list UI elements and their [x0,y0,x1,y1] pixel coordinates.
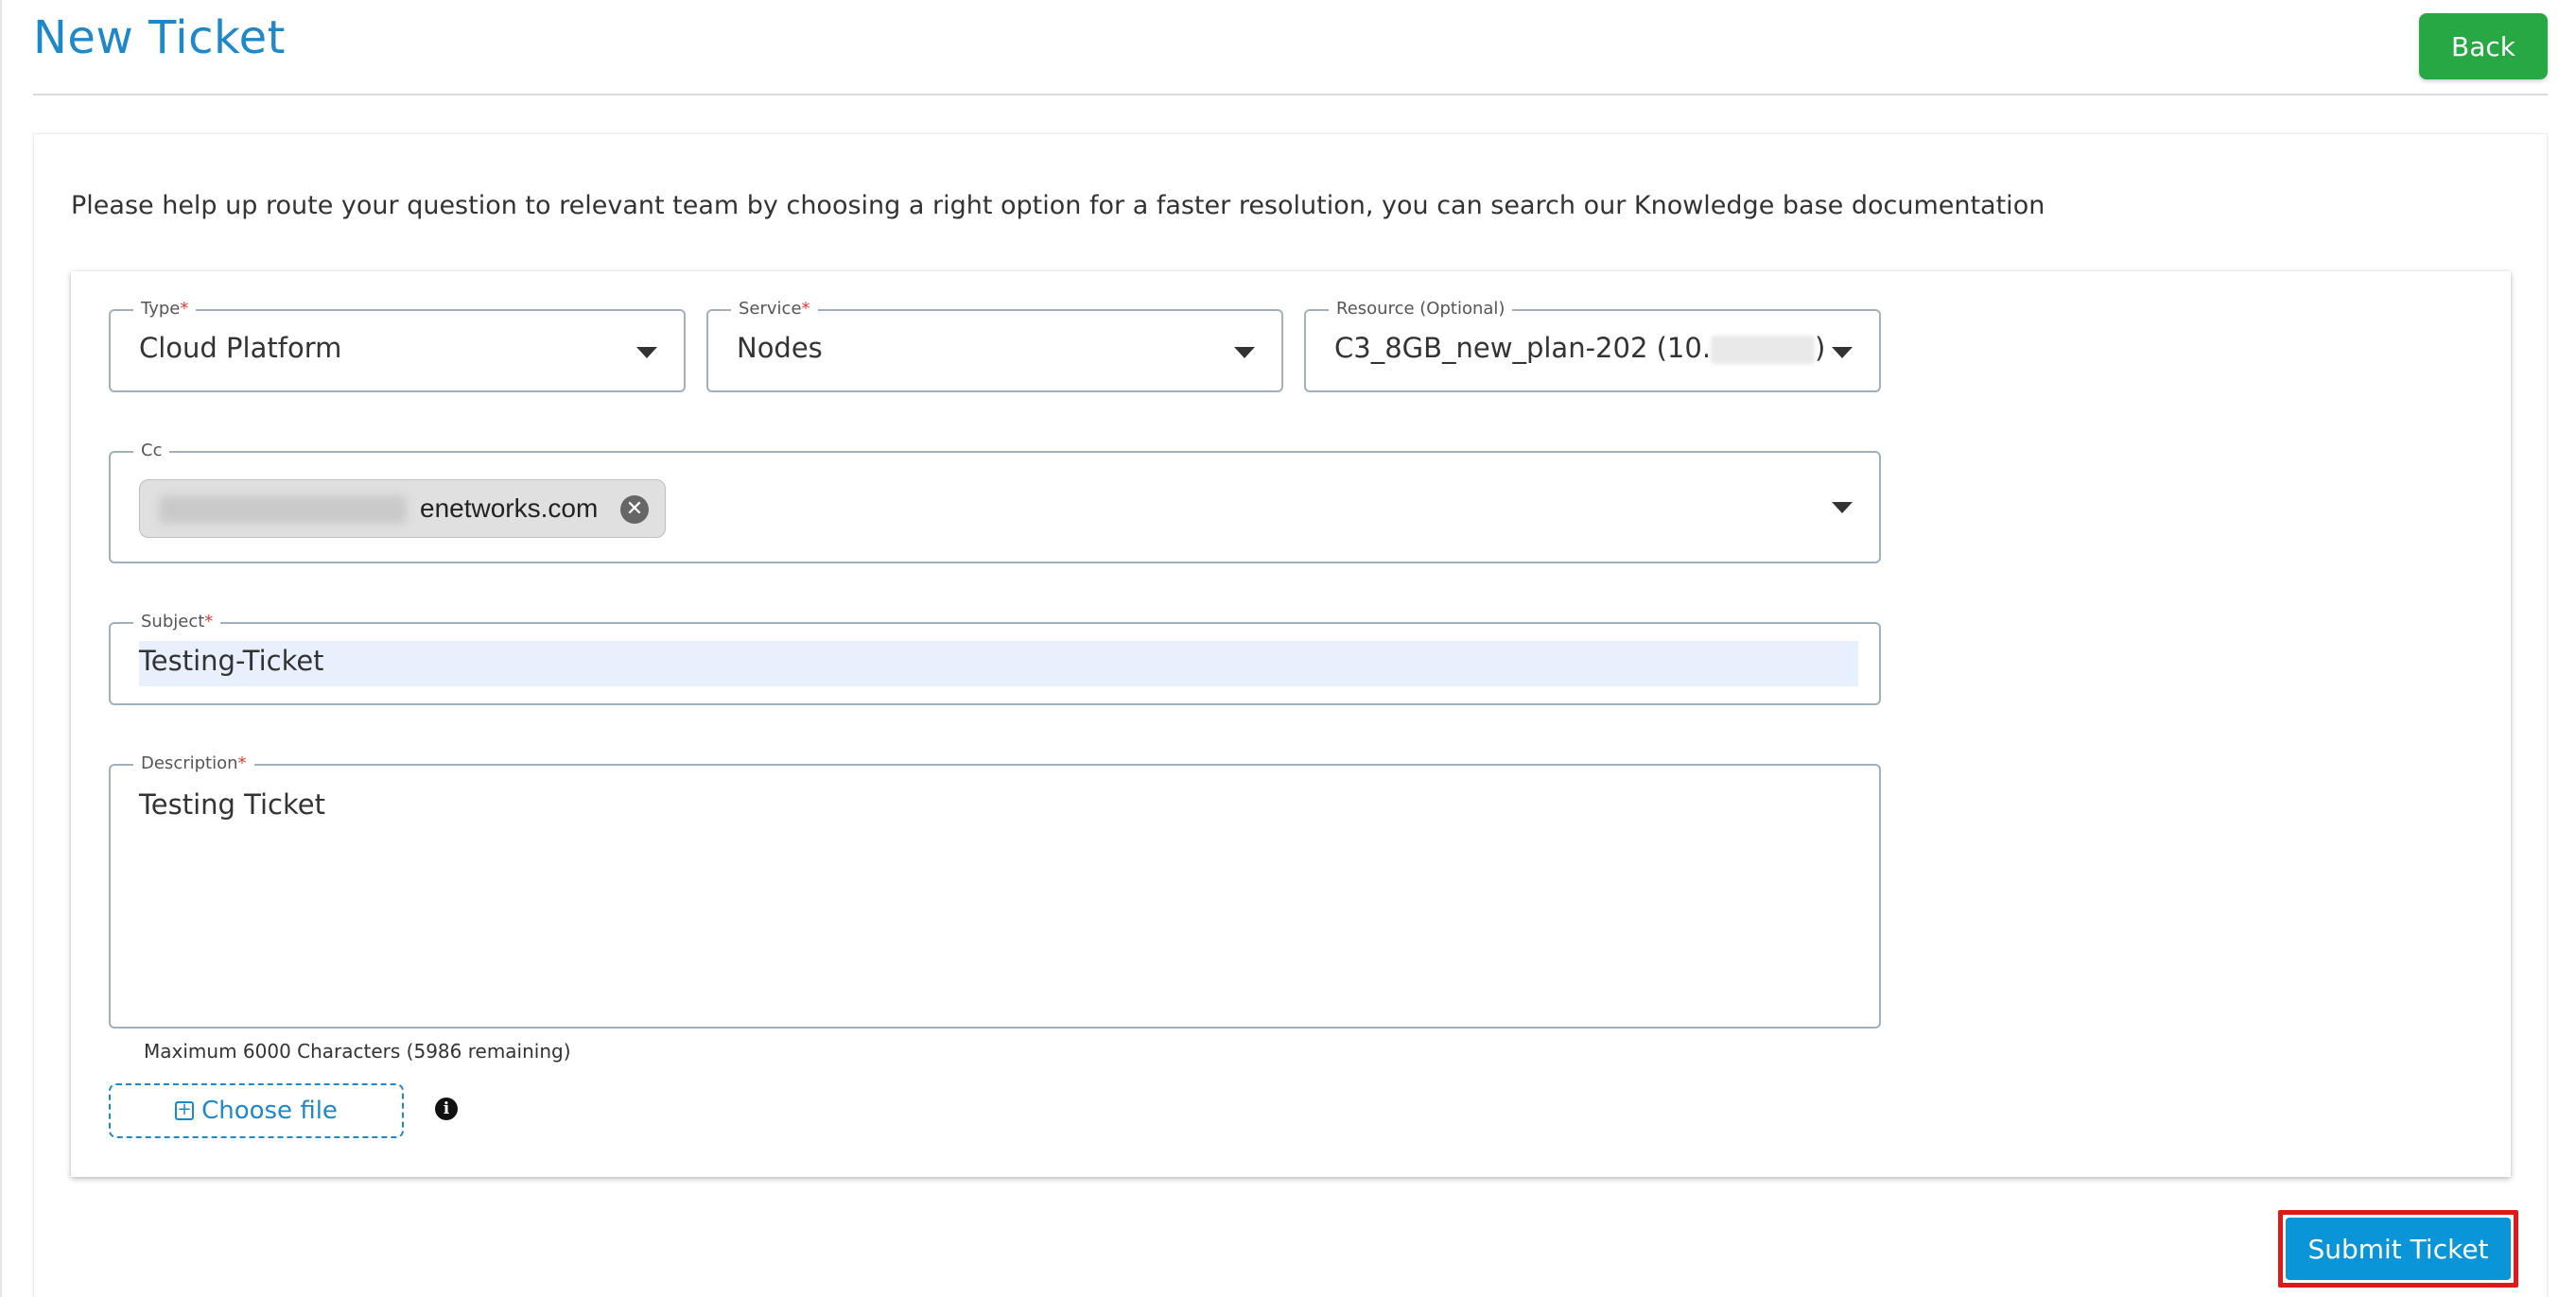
redacted-ip [1711,336,1816,364]
type-select[interactable]: Type* Cloud Platform [109,299,686,392]
service-value: Nodes [737,332,823,364]
info-icon[interactable]: i [435,1098,458,1120]
intro-text: Please help up route your question to re… [71,191,2045,220]
subject-autofill-highlight [139,641,1858,686]
subject-label: Subject* [133,612,221,632]
description-value: Testing Ticket [139,788,325,821]
submit-ticket-button[interactable]: Submit Ticket [2286,1218,2511,1280]
service-dropdown-icon[interactable] [1234,347,1255,358]
chip-remove-icon[interactable]: ✕ [620,495,649,524]
plus-square-icon: + [175,1101,195,1120]
resource-select[interactable]: Resource (Optional) C3_8GB_new_plan-202 … [1304,299,1881,392]
page-title: New Ticket [33,11,286,64]
type-dropdown-icon[interactable] [636,347,657,358]
cc-dropdown-icon[interactable] [1832,502,1853,513]
description-label: Description* [133,753,254,774]
service-label: Service* [731,299,818,320]
choose-file-label: Choose file [201,1097,338,1125]
subject-value: Testing-Ticket [139,645,324,677]
resource-dropdown-icon[interactable] [1832,347,1853,358]
service-select[interactable]: Service* Nodes [706,299,1283,392]
type-value: Cloud Platform [139,332,342,364]
cc-email-chip[interactable]: enetworks.com ✕ [139,479,666,538]
cc-label: Cc [133,441,170,461]
left-edge-rule [0,0,2,1297]
cc-select[interactable]: Cc enetworks.com ✕ [109,441,1881,563]
description-field[interactable]: Description* Testing Ticket [109,753,1881,1029]
redacted-email [159,495,407,524]
back-button[interactable]: Back [2419,13,2548,79]
type-label: Type* [133,299,197,320]
new-ticket-page: New Ticket Back Please help up route you… [0,0,2576,1297]
title-divider [33,94,2548,95]
cc-email-text: enetworks.com [420,493,599,523]
resource-value: C3_8GB_new_plan-202 (10.) [1334,332,1826,364]
character-count: Maximum 6000 Characters (5986 remaining) [144,1040,571,1063]
resource-label: Resource (Optional) [1329,299,1513,320]
subject-field[interactable]: Subject* Testing-Ticket [109,612,1881,705]
choose-file-button[interactable]: + Choose file [109,1083,404,1138]
